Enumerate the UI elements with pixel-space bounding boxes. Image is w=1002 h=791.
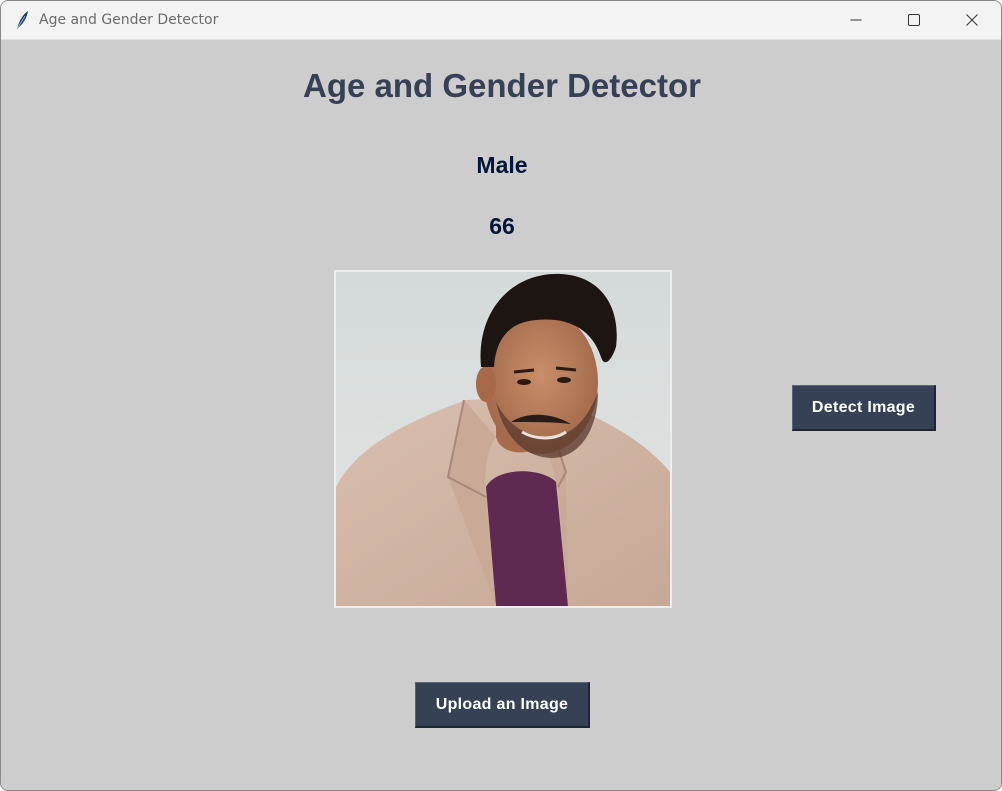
feather-icon <box>14 10 30 30</box>
maximize-button[interactable] <box>885 1 943 39</box>
portrait-image <box>336 272 670 606</box>
close-icon <box>966 14 978 26</box>
gender-result: Male <box>476 152 528 178</box>
main-panel: Age and Gender Detector Male 66 Detect I… <box>1 40 1001 790</box>
app-window: Age and Gender Detector Age and Gender D… <box>0 0 1002 791</box>
close-button[interactable] <box>943 1 1001 39</box>
upload-image-button[interactable]: Upload an Image <box>415 682 590 728</box>
window-title: Age and Gender Detector <box>39 12 219 28</box>
detect-image-button[interactable]: Detect Image <box>792 385 936 431</box>
uploaded-image <box>334 270 672 608</box>
minimize-icon <box>850 14 862 26</box>
title-bar[interactable]: Age and Gender Detector <box>1 1 1001 40</box>
maximize-icon <box>908 14 920 26</box>
age-result: 66 <box>489 213 515 239</box>
minimize-button[interactable] <box>827 1 885 39</box>
page-title: Age and Gender Detector <box>303 67 701 104</box>
